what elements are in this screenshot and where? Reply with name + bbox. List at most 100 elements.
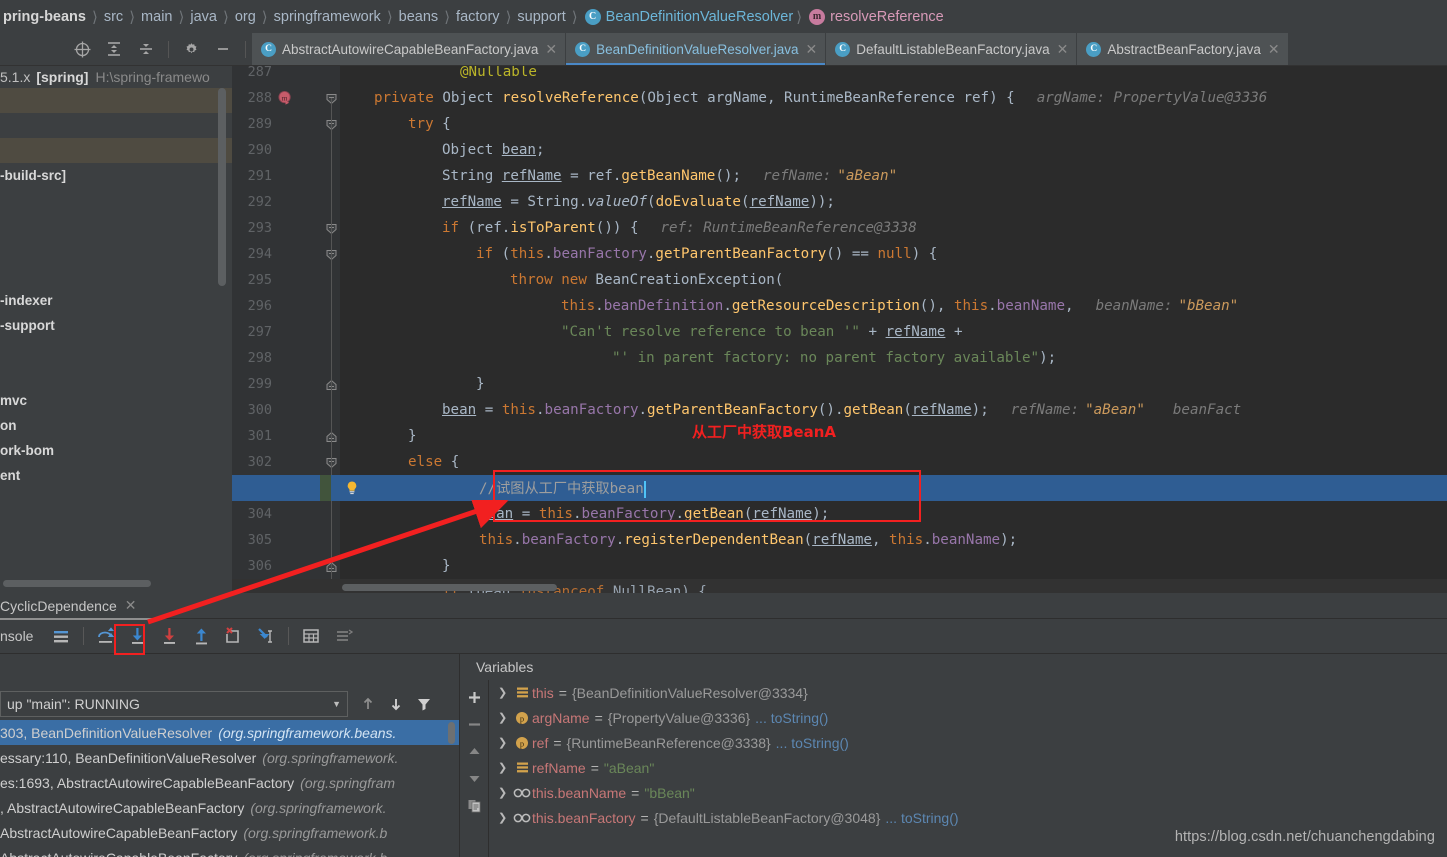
- code-line-301[interactable]: }: [232, 423, 1447, 449]
- code-line-294[interactable]: if (this.beanFactory.getParentBeanFactor…: [232, 241, 1447, 267]
- code-line-291[interactable]: String refName = ref.getBeanName(); refN…: [232, 163, 1447, 189]
- close-icon[interactable]: ✕: [545, 41, 557, 58]
- code-line-303[interactable]: //试图从工厂中获取bean: [232, 475, 1447, 501]
- breadcrumb-item-class[interactable]: BeanDefinitionValueResolver: [606, 9, 794, 25]
- tab-abstractbeanfactory[interactable]: C AbstractBeanFactory.java ✕: [1077, 33, 1289, 65]
- project-tree-row[interactable]: -indexer: [0, 288, 232, 313]
- project-tree-row[interactable]: [0, 263, 232, 288]
- breadcrumb-item-support[interactable]: support: [514, 9, 568, 25]
- filter-icon[interactable]: [410, 690, 438, 718]
- variable-row[interactable]: ❯ this.beanFactory = {DefaultListableBea…: [489, 805, 1447, 830]
- project-tree-row[interactable]: [0, 238, 232, 263]
- code-text-area[interactable]: @Nullable private Object resolveReferenc…: [232, 66, 1447, 593]
- call-stack-list[interactable]: 303, BeanDefinitionValueResolver (org.sp…: [0, 720, 459, 857]
- code-line-300[interactable]: bean = this.beanFactory.getParentBeanFac…: [232, 397, 1447, 423]
- project-vertical-scrollbar[interactable]: [218, 88, 226, 286]
- project-tool-window[interactable]: 5.1.x [spring] H:\spring-framewo -build-…: [0, 66, 232, 593]
- project-tree-row[interactable]: [0, 88, 232, 113]
- code-line-306[interactable]: }: [232, 553, 1447, 579]
- project-tree-row[interactable]: [0, 188, 232, 213]
- project-tree-row[interactable]: [0, 338, 232, 363]
- code-line-289[interactable]: try {: [232, 111, 1447, 137]
- frame-row[interactable]: AbstractAutowireCapableBeanFactory (org.…: [0, 845, 459, 857]
- variable-tostring[interactable]: ... toString(): [776, 735, 849, 751]
- project-horizontal-scrollbar[interactable]: [3, 580, 151, 587]
- variable-row[interactable]: ❯ refName = "aBean": [489, 755, 1447, 780]
- intention-bulb-icon[interactable]: [344, 480, 360, 496]
- code-line-302[interactable]: else {: [232, 449, 1447, 475]
- run-to-cursor-icon[interactable]: [252, 622, 280, 650]
- project-tree-row[interactable]: mvc: [0, 388, 232, 413]
- drop-frame-icon[interactable]: [220, 622, 248, 650]
- project-tree-row[interactable]: ent: [0, 463, 232, 488]
- code-line-297[interactable]: "Can't resolve reference to bean '" + re…: [232, 319, 1447, 345]
- move-down-icon[interactable]: [461, 765, 487, 791]
- tab-abstractautowirecapablebeanfactory[interactable]: C AbstractAutowireCapableBeanFactory.jav…: [252, 33, 567, 65]
- close-icon[interactable]: ✕: [806, 41, 818, 58]
- add-watch-icon[interactable]: [461, 684, 487, 710]
- expand-chevron-icon[interactable]: ❯: [498, 736, 512, 749]
- variable-row[interactable]: ❯ p ref = {RuntimeBeanReference@3338} ..…: [489, 730, 1447, 755]
- tab-beandefinitionvalueresolver[interactable]: C BeanDefinitionValueResolver.java ✕: [566, 33, 827, 65]
- project-tree-row[interactable]: [0, 213, 232, 238]
- frames-pane[interactable]: up "main": RUNNING ▼ 303, BeanDefinition…: [0, 654, 459, 857]
- expand-chevron-icon[interactable]: ❯: [498, 811, 512, 824]
- code-line-299[interactable]: }: [232, 371, 1447, 397]
- debug-session-tab[interactable]: CyclicDependence ✕: [0, 593, 144, 619]
- expand-all-icon[interactable]: [101, 36, 127, 62]
- project-tree-row[interactable]: [0, 113, 232, 138]
- code-line-287[interactable]: @Nullable: [232, 66, 1447, 85]
- code-line-293[interactable]: if (ref.isToParent()) { ref: RuntimeBean…: [232, 215, 1447, 241]
- step-over-icon[interactable]: [92, 622, 120, 650]
- project-tree-row[interactable]: [0, 138, 232, 163]
- breadcrumb-item-src[interactable]: src: [101, 9, 126, 25]
- breadcrumb-item-org[interactable]: org: [232, 9, 259, 25]
- evaluate-expression-icon[interactable]: [297, 622, 325, 650]
- frame-row[interactable]: essary:110, BeanDefinitionValueResolver …: [0, 745, 459, 770]
- expand-chevron-icon[interactable]: ❯: [498, 711, 512, 724]
- variables-pane[interactable]: Variables ❯ this = {BeanDefinitionValueR…: [460, 654, 1447, 857]
- breadcrumb-item-java[interactable]: java: [187, 9, 220, 25]
- expand-chevron-icon[interactable]: ❯: [498, 786, 512, 799]
- code-line-304[interactable]: bean = this.beanFactory.getBean(refName)…: [232, 501, 1447, 527]
- copy-value-icon[interactable]: [461, 792, 487, 818]
- editor-horizontal-scrollbar[interactable]: [342, 584, 557, 591]
- console-tab-label[interactable]: nsole: [0, 628, 33, 644]
- expand-chevron-icon[interactable]: ❯: [498, 761, 512, 774]
- locate-icon[interactable]: [69, 36, 95, 62]
- code-line-298[interactable]: "' in parent factory: no parent factory …: [232, 345, 1447, 371]
- frame-row[interactable]: AbstractAutowireCapableBeanFactory (org.…: [0, 820, 459, 845]
- tab-defaultlistablebeanfactory[interactable]: C DefaultListableBeanFactory.java ✕: [826, 33, 1078, 65]
- expand-chevron-icon[interactable]: ❯: [498, 686, 512, 699]
- frame-row[interactable]: es:1693, AbstractAutowireCapableBeanFact…: [0, 770, 459, 795]
- variable-tostring[interactable]: ... toString(): [885, 810, 958, 826]
- frames-down-icon[interactable]: [382, 690, 410, 718]
- breadcrumb-item-beans[interactable]: beans: [396, 9, 442, 25]
- settings-lines-icon[interactable]: [329, 622, 357, 650]
- frames-up-icon[interactable]: [354, 690, 382, 718]
- close-icon[interactable]: ✕: [1057, 41, 1069, 58]
- breadcrumb-item-module[interactable]: pring-beans: [0, 9, 89, 25]
- code-line-295[interactable]: throw new BeanCreationException(: [232, 267, 1447, 293]
- hide-panel-icon[interactable]: [210, 36, 236, 62]
- code-line-290[interactable]: Object bean;: [232, 137, 1447, 163]
- code-line-305[interactable]: this.beanFactory.registerDependentBean(r…: [232, 527, 1447, 553]
- move-up-icon[interactable]: [461, 738, 487, 764]
- project-tree-row[interactable]: [0, 363, 232, 388]
- step-into-icon[interactable]: [124, 622, 152, 650]
- frame-row[interactable]: , AbstractAutowireCapableBeanFactory (or…: [0, 795, 459, 820]
- breadcrumb-item-method[interactable]: resolveReference: [830, 9, 944, 25]
- breadcrumb-item-main[interactable]: main: [138, 9, 175, 25]
- close-icon[interactable]: ✕: [1268, 41, 1280, 58]
- close-icon[interactable]: ✕: [125, 597, 137, 614]
- variable-row[interactable]: ❯ this.beanName = "bBean": [489, 780, 1447, 805]
- remove-watch-icon[interactable]: [461, 711, 487, 737]
- thread-selector[interactable]: up "main": RUNNING ▼: [0, 691, 348, 717]
- collapse-all-icon[interactable]: [133, 36, 159, 62]
- step-out-icon[interactable]: [188, 622, 216, 650]
- code-line-288[interactable]: private Object resolveReference(Object a…: [232, 85, 1447, 111]
- project-root-row[interactable]: 5.1.x [spring] H:\spring-framewo: [0, 66, 232, 88]
- force-step-into-icon[interactable]: [156, 622, 184, 650]
- project-tree-row[interactable]: ork-bom: [0, 438, 232, 463]
- settings-gear-icon[interactable]: [178, 36, 204, 62]
